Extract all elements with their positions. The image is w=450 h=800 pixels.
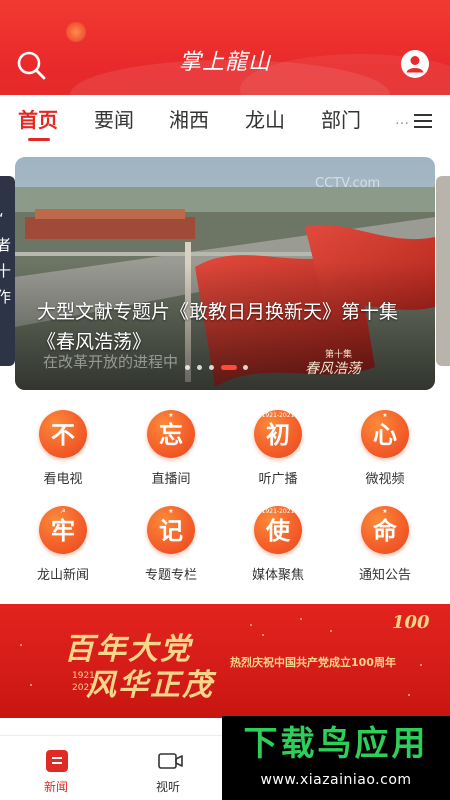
icon-char: 心 (373, 420, 397, 449)
nav-label: 视听 (155, 780, 180, 794)
carousel-banner[interactable]: CCTV.com 第十集 春风浩荡 在改革开放的进程中 大型文献专题片《敢教日月… (15, 157, 435, 390)
nav-video[interactable]: 视听 (133, 736, 203, 800)
nav-news[interactable]: 新闻 (21, 736, 91, 800)
wang-icon: ★ 忘 (147, 410, 195, 458)
promo-slogan: 热烈庆祝中国共产党成立100周年 (230, 656, 396, 669)
tab-departments[interactable]: 部门 (321, 105, 361, 135)
grid-item-label: 听广播 (258, 472, 298, 487)
carousel-dot[interactable] (197, 365, 202, 370)
app-logo: 掌上龍山 (178, 50, 271, 75)
carousel-dot-active[interactable] (221, 365, 237, 370)
carousel-next-slide[interactable] (436, 176, 450, 366)
site-watermark: 下载鸟应用 www.xiazainiao.com (222, 716, 450, 800)
grid-item-label: 直播间 (151, 472, 191, 487)
grid-item-label: 看电视 (43, 472, 83, 487)
tab-overflow[interactable]: … (395, 105, 409, 135)
xin-icon: ★ 心 (361, 410, 409, 458)
channel-tabs: 首页 要闻 湘西 龙山 部门 … (0, 95, 450, 145)
tab-home[interactable]: 首页 (18, 105, 58, 135)
ji-icon: ★ 记 (147, 506, 195, 554)
promo-year-end: 2021 (72, 683, 95, 693)
promo-title-line2: 风华正茂 (86, 668, 214, 703)
carousel-dot[interactable] (209, 365, 214, 370)
icon-char: 牢 (51, 516, 75, 545)
promo-years: 1921 2021 (72, 670, 95, 694)
watermark-title: 下载鸟应用 (243, 724, 429, 764)
ming-icon: ★ 命 (361, 506, 409, 554)
grid-item-label: 微视频 (365, 472, 405, 487)
nav-label: 新闻 (43, 780, 68, 794)
prev-slide-text: “ (0, 206, 15, 232)
grid-item-notices[interactable]: ★ 命 通知公告 (345, 506, 425, 591)
grid-item-media-focus[interactable]: 1921-2021 使 媒体聚焦 (238, 506, 318, 591)
search-icon[interactable] (14, 48, 48, 82)
tab-longshan[interactable]: 龙山 (245, 105, 285, 135)
lao-icon: ☭ 牢 (39, 506, 87, 554)
chu-icon: 1921-2021 初 (254, 410, 302, 458)
channel-logo: CCTV.com (315, 176, 380, 191)
shi-icon: 1921-2021 使 (254, 506, 302, 554)
centenary-number: 100 (392, 612, 430, 633)
video-icon (158, 750, 183, 772)
icon-char: 不 (51, 420, 75, 449)
carousel-prev-slide[interactable]: “ 者 十 作 (0, 176, 15, 366)
carousel-dots (185, 365, 255, 371)
icon-char: 初 (266, 420, 290, 449)
prev-slide-text: 作 (0, 288, 12, 306)
icon-char: 忘 (159, 420, 183, 449)
user-icon[interactable] (400, 49, 430, 79)
centenary-badge: 100 (388, 612, 440, 636)
promo-year-start: 1921 (72, 671, 95, 681)
prev-slide-text: 者 (0, 236, 12, 254)
icon-char: 命 (373, 516, 397, 545)
tab-headlines[interactable]: 要闻 (94, 105, 134, 135)
grid-item-microvideo[interactable]: ★ 心 微视频 (345, 410, 425, 495)
icon-char: 使 (266, 516, 290, 545)
banner-caption: 大型文献专题片《敢教日月换新天》第十集《春风浩荡》 (37, 301, 399, 353)
icon-char: 记 (159, 516, 183, 545)
app-header: 掌上龍山 (0, 0, 450, 95)
grid-item-label: 专题专栏 (144, 568, 197, 583)
app-screen: 掌上龍山 首页 要闻 湘西 龙山 部门 … “ 者 十 作 (0, 0, 450, 800)
promo-banner[interactable]: 百年大党 风华正茂 1921 2021 热烈庆祝中国共产党成立100周年 100 (0, 604, 450, 718)
grid-item-radio[interactable]: 1921-2021 初 听广播 (238, 410, 318, 495)
grid-item-label: 媒体聚焦 (251, 568, 304, 583)
grid-item-label: 通知公告 (358, 568, 411, 583)
episode-title: 春风浩荡 (305, 361, 363, 377)
buwang-icon: 不 (39, 410, 87, 458)
grid-item-longshan-news[interactable]: ☭ 牢 龙山新闻 (23, 506, 103, 591)
menu-icon[interactable] (414, 113, 432, 128)
header-sun-decoration (66, 22, 86, 42)
prev-slide-text: 十 (0, 262, 12, 280)
watermark-url: www.xiazainiao.com (260, 772, 412, 788)
grid-item-label: 龙山新闻 (36, 568, 89, 583)
grid-item-tv[interactable]: 不 看电视 (23, 410, 103, 495)
carousel-dot[interactable] (243, 365, 248, 370)
grid-item-topics[interactable]: ★ 记 专题专栏 (131, 506, 211, 591)
grid-item-live[interactable]: ★ 忘 直播间 (131, 410, 211, 495)
active-tab-indicator (28, 138, 50, 141)
tab-xiangxi[interactable]: 湘西 (169, 105, 209, 135)
news-icon (46, 750, 68, 772)
carousel-dot[interactable] (185, 365, 190, 370)
